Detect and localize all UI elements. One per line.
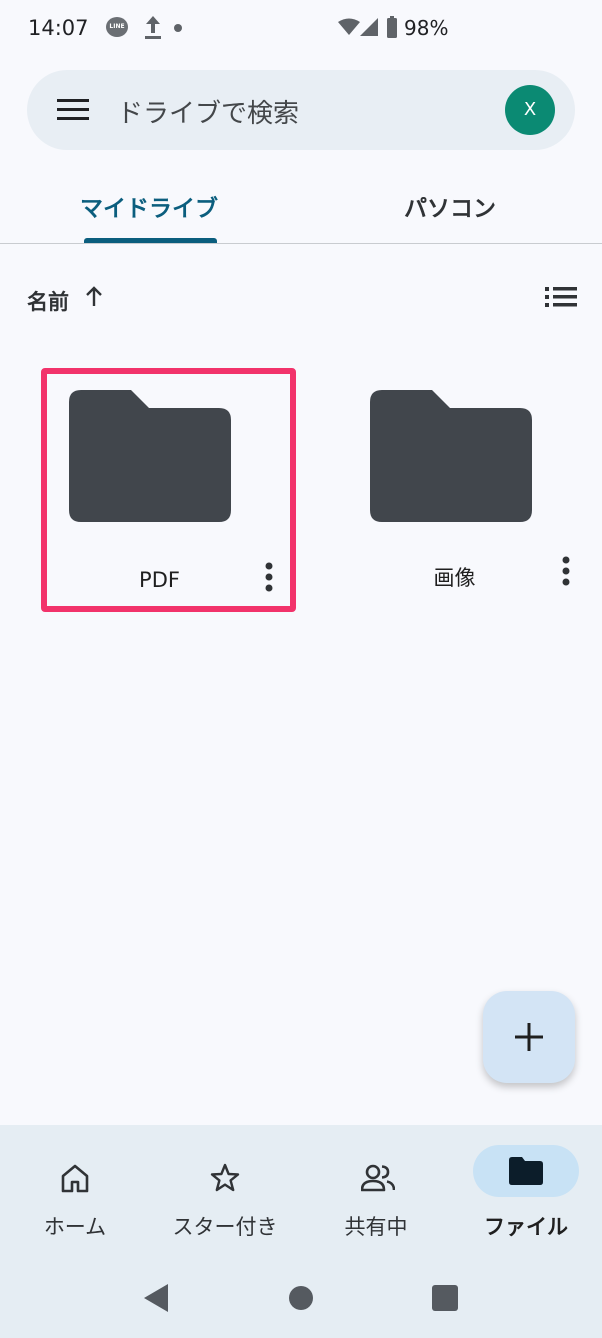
home-icon (46, 1153, 104, 1205)
plus-icon (515, 1023, 543, 1051)
status-bar: 14:07 LINE 98% (0, 0, 602, 58)
line-notification-icon: LINE (106, 17, 128, 37)
folder-icon (497, 1145, 555, 1197)
folder-item-pdf[interactable]: PDF (41, 368, 296, 612)
signal-icon (360, 18, 378, 36)
status-time: 14:07 (28, 16, 89, 40)
nav-item-starred[interactable]: スター付き (150, 1145, 300, 1255)
folder-item-images[interactable]: 画像 (342, 368, 597, 612)
arrow-up-icon[interactable] (84, 286, 104, 308)
menu-icon[interactable] (57, 98, 89, 122)
nav-item-shared[interactable]: 共有中 (301, 1145, 451, 1255)
people-icon (347, 1153, 405, 1205)
new-item-button[interactable] (483, 991, 575, 1083)
more-vert-icon[interactable] (562, 556, 570, 586)
search-input[interactable]: ドライブで検索 (117, 93, 299, 130)
folder-icon (370, 390, 532, 522)
folder-name: PDF (139, 568, 180, 592)
folder-name: 画像 (433, 566, 476, 590)
account-avatar[interactable]: X (505, 85, 555, 135)
search-bar[interactable]: ドライブで検索 X (27, 70, 575, 150)
back-icon[interactable] (144, 1284, 168, 1312)
tab-my-drive[interactable]: マイドライブ (80, 189, 218, 223)
battery-icon (387, 16, 397, 38)
wifi-icon (338, 18, 360, 35)
list-view-icon[interactable] (545, 286, 577, 308)
recents-icon[interactable] (432, 1285, 458, 1311)
sort-by-name-button[interactable]: 名前 (27, 286, 69, 316)
folder-icon (69, 390, 231, 522)
more-vert-icon[interactable] (265, 562, 273, 592)
nav-label: ファイル (484, 1215, 568, 1239)
tab-bar: マイドライブ パソコン (0, 175, 602, 244)
star-icon (196, 1153, 254, 1205)
nav-item-files[interactable]: ファイル (451, 1145, 601, 1255)
home-button-icon[interactable] (289, 1286, 313, 1310)
tab-computers[interactable]: パソコン (404, 189, 496, 223)
battery-percentage: 98% (404, 16, 449, 40)
nav-label: ホーム (43, 1215, 107, 1239)
nav-label: スター付き (172, 1215, 278, 1239)
upload-icon (145, 16, 161, 39)
notification-dot-icon (174, 24, 182, 32)
tab-active-indicator (84, 238, 217, 243)
nav-item-home[interactable]: ホーム (0, 1145, 150, 1255)
nav-label: 共有中 (344, 1215, 408, 1239)
